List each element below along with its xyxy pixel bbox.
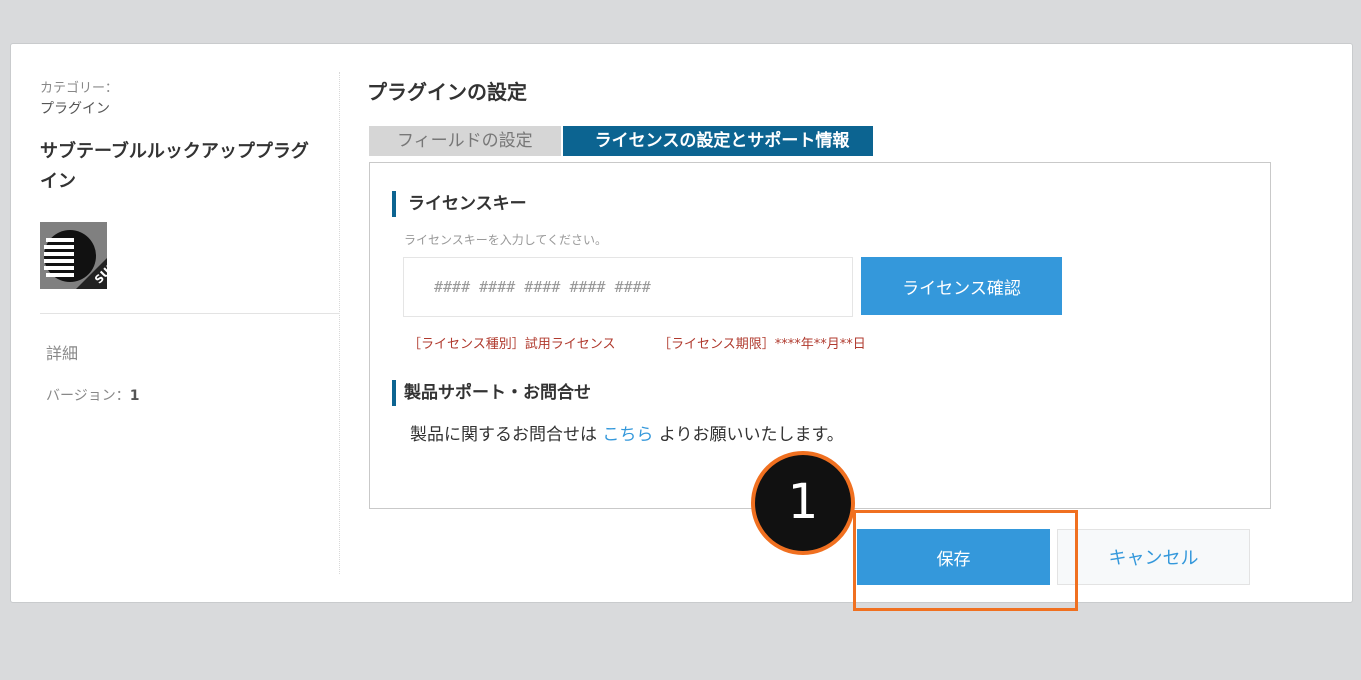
support-heading: 製品サポート・お問合せ (392, 380, 591, 406)
support-text-before: 製品に関するお問合せは (410, 425, 597, 445)
page-title: プラグインの設定 (367, 80, 527, 104)
license-expiry-info: ［ライセンス期限］****年**月**日 (658, 337, 866, 352)
license-key-heading: ライセンスキー (392, 191, 527, 217)
license-type-info: ［ライセンス種別］試用ライセンス (408, 337, 616, 352)
license-confirm-button[interactable]: ライセンス確認 (861, 257, 1062, 315)
plugin-name: サブテーブルルックアッププラグイン (40, 141, 309, 192)
subtable-plugin-icon: SUB (40, 222, 119, 289)
license-key-hint: ライセンスキーを入力してください。 (404, 233, 608, 247)
settings-tabs: フィールドの設定 ライセンスの設定とサポート情報 (369, 126, 874, 156)
support-link[interactable]: こちら (602, 425, 653, 445)
license-key-input[interactable] (403, 257, 853, 317)
support-text: 製品に関するお問合せは こちら よりお願いいたします。 (410, 420, 844, 445)
version-value: 1 (129, 388, 140, 404)
category-label: カテゴリー： (40, 81, 119, 96)
category-value: プラグイン (40, 101, 110, 117)
plugin-settings-card: カテゴリー： プラグイン サブテーブルルックアッププラグイン SUB 詳細 バー… (10, 43, 1353, 603)
version-info: バージョン：1 (46, 385, 139, 405)
save-button[interactable]: 保存 (857, 529, 1050, 585)
tab-license-support[interactable]: ライセンスの設定とサポート情報 (562, 126, 874, 156)
cancel-button[interactable]: キャンセル (1057, 529, 1250, 585)
detail-label: 詳細 (46, 344, 79, 363)
plugin-sidebar: カテゴリー： プラグイン サブテーブルルックアッププラグイン SUB 詳細 バー… (40, 72, 340, 574)
support-text-after: よりお願いいたします。 (658, 425, 844, 445)
version-label: バージョン： (46, 388, 130, 404)
tab-field-settings[interactable]: フィールドの設定 (369, 126, 561, 156)
step-number-badge: 1 (751, 451, 855, 555)
sidebar-divider (40, 313, 340, 314)
